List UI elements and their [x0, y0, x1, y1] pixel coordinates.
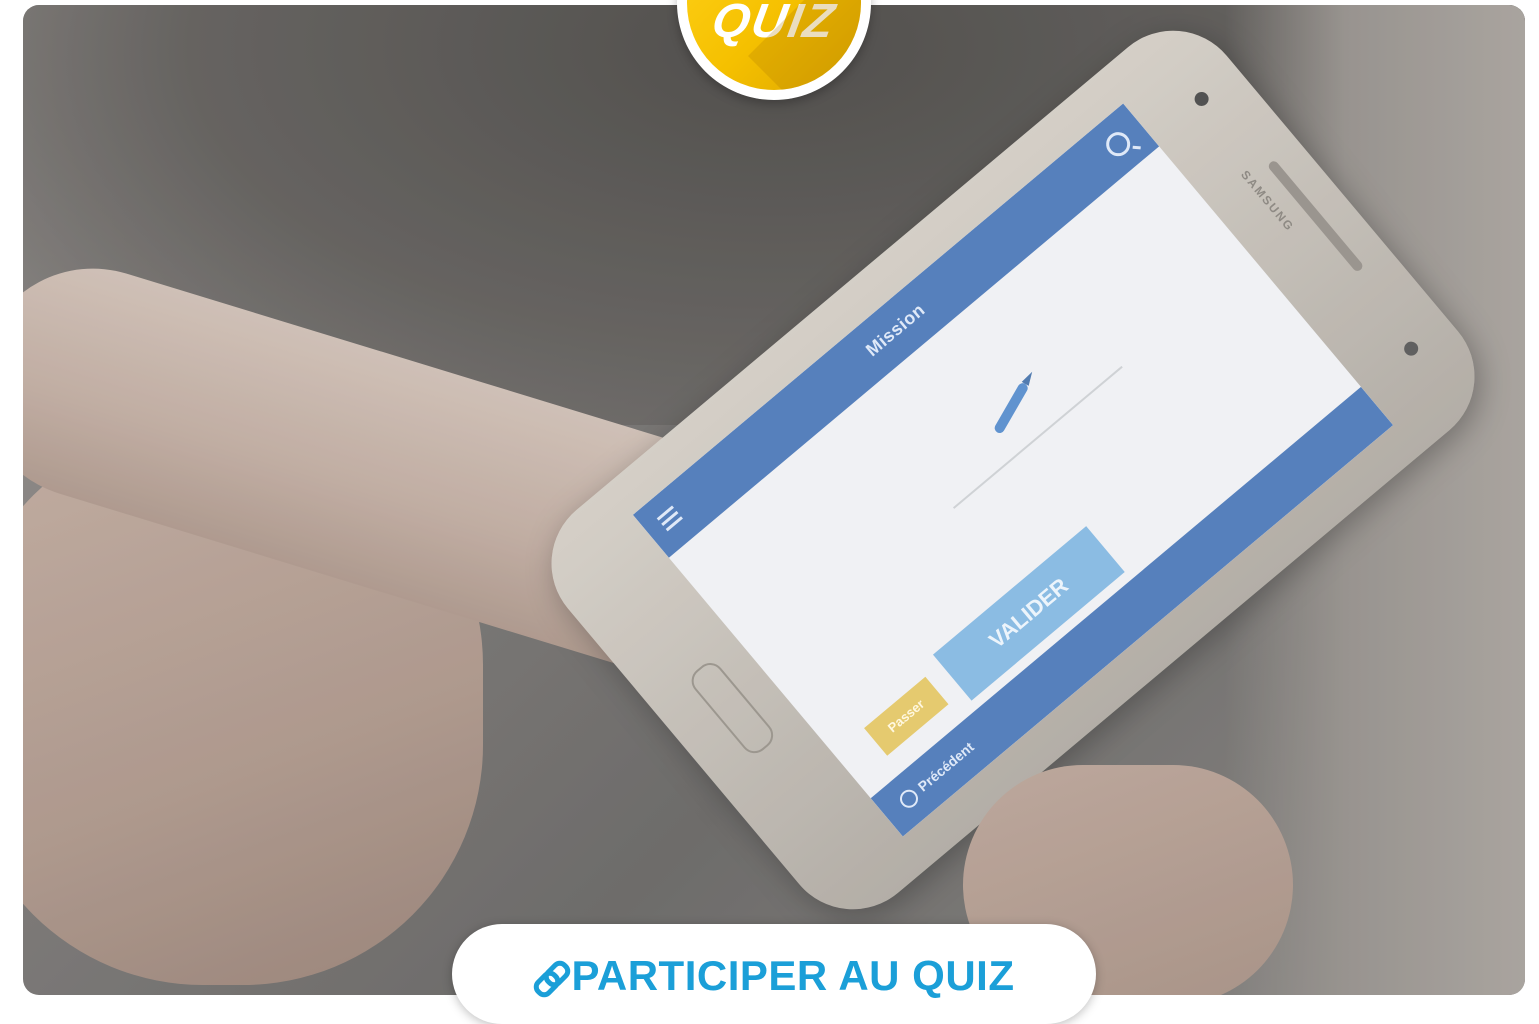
participate-label-row: PARTICIPER AU QUIZ	[452, 952, 1096, 1001]
image-overlay	[23, 5, 1525, 995]
participate-quiz-button[interactable]: PARTICIPER AU QUIZ	[452, 924, 1096, 1024]
link-icon	[530, 957, 575, 1001]
quiz-hero-card: SAMSUNG Mission Passer VALIDER Précédent	[23, 5, 1525, 995]
quiz-badge-inner: QUIZ	[687, 0, 861, 90]
quiz-badge-label: QUIZ	[707, 0, 841, 48]
